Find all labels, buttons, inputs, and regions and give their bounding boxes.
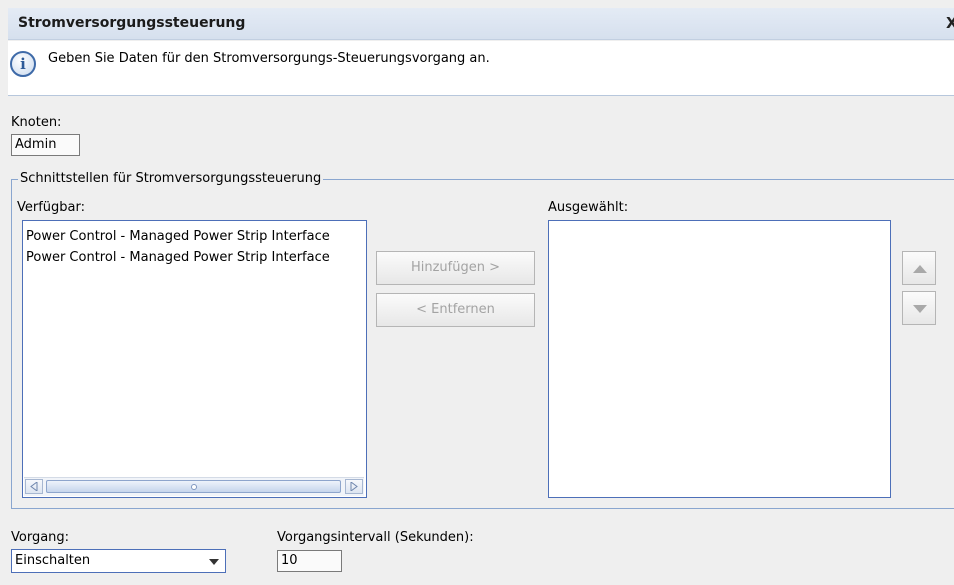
dialog-titlebar: Stromversorgungssteuerung X xyxy=(8,8,954,40)
move-up-button[interactable] xyxy=(902,251,936,285)
operation-select-value: Einschalten xyxy=(15,553,91,568)
info-message: Geben Sie Daten für den Stromversorgungs… xyxy=(48,51,490,66)
scroll-thumb[interactable] xyxy=(46,480,341,493)
add-button[interactable]: Hinzufügen > xyxy=(376,251,535,285)
selected-label: Ausgewählt: xyxy=(548,200,629,215)
interval-field[interactable]: 10 xyxy=(277,550,342,572)
list-item[interactable]: Power Control - Managed Power Strip Inte… xyxy=(26,229,364,244)
scroll-right-button[interactable] xyxy=(345,479,363,494)
operation-select[interactable]: Einschalten xyxy=(11,549,226,573)
scroll-grip-icon xyxy=(190,484,197,490)
scroll-left-icon xyxy=(30,482,38,491)
close-icon[interactable]: X xyxy=(946,14,954,32)
chevron-down-icon xyxy=(209,559,219,565)
operation-label: Vorgang: xyxy=(11,530,70,545)
available-listbox[interactable]: Power Control - Managed Power Strip Inte… xyxy=(22,220,367,498)
arrow-up-icon xyxy=(913,265,927,273)
list-item[interactable]: Power Control - Managed Power Strip Inte… xyxy=(26,250,364,265)
node-field: Admin xyxy=(11,134,80,156)
interfaces-group-label: Schnittstellen für Stromversorgungssteue… xyxy=(18,171,324,187)
arrow-down-icon xyxy=(913,305,927,313)
scroll-left-button[interactable] xyxy=(25,479,43,494)
remove-button[interactable]: < Entfernen xyxy=(376,293,535,327)
available-label: Verfügbar: xyxy=(17,200,86,215)
move-down-button[interactable] xyxy=(902,291,936,325)
node-label: Knoten: xyxy=(11,115,62,130)
interval-label: Vorgangsintervall (Sekunden): xyxy=(277,530,474,545)
selected-listbox[interactable] xyxy=(548,220,891,498)
horizontal-scrollbar[interactable] xyxy=(24,477,364,496)
info-banner: i Geben Sie Daten für den Stromversorgun… xyxy=(8,41,954,96)
info-icon: i xyxy=(10,51,36,77)
dialog-title: Stromversorgungssteuerung xyxy=(18,15,246,31)
scroll-right-icon xyxy=(350,482,358,491)
